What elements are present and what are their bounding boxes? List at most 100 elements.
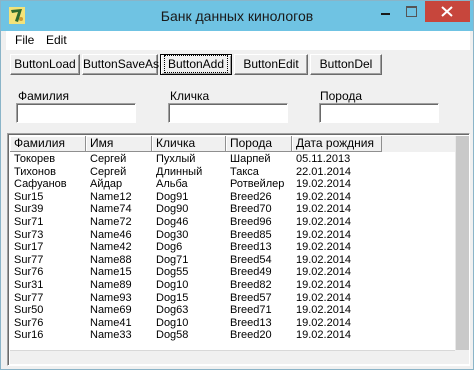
cell-name: Name15 — [90, 266, 132, 279]
cell-nickname: Пухлый — [156, 153, 196, 165]
cell-nickname: Dog30 — [156, 228, 189, 241]
cell-nickname: Длинный — [156, 165, 203, 178]
edit-button[interactable]: ButtonEdit — [234, 54, 308, 75]
cell-birth-date: 19.02.2014 — [296, 203, 352, 216]
cell-surname: Sur71 — [14, 215, 44, 228]
table-row[interactable]: Sur50 Name69 Dog63 Breed71 19.02.2014 — [10, 304, 456, 317]
dog-handlers-table[interactable]: Фамилия Имя Кличка Порода Дата рождния Т… — [7, 133, 470, 366]
table-row[interactable]: Sur73 Name46 Dog30 Breed85 19.02.2014 — [10, 229, 456, 242]
surname-filter-input[interactable] — [16, 103, 136, 123]
horizontal-scrollbar[interactable] — [10, 350, 455, 364]
maximize-icon[interactable] — [398, 1, 425, 22]
vertical-scrollbar[interactable] — [455, 136, 469, 350]
cell-name: Сергей — [90, 153, 127, 165]
table-header: Фамилия Имя Кличка Порода Дата рождния — [10, 136, 456, 152]
cell-surname: Тихонов — [14, 165, 56, 178]
cell-surname: Sur15 — [14, 190, 44, 203]
cell-surname: Sur31 — [14, 278, 44, 291]
cell-name: Name41 — [90, 316, 132, 329]
cell-birth-date: 05.11.2013 — [296, 153, 351, 165]
cell-name: Сергей — [90, 165, 127, 178]
menu-file[interactable]: File — [15, 33, 34, 47]
close-icon[interactable] — [425, 1, 470, 22]
title-bar[interactable]: Банк данных кинологов — [1, 1, 473, 31]
column-header-surname[interactable]: Фамилия — [10, 136, 86, 152]
delete-button[interactable]: ButtonDel — [310, 54, 382, 75]
add-button-label: ButtonAdd — [163, 55, 229, 73]
cell-breed: Такса — [230, 165, 259, 178]
cell-name: Name88 — [90, 253, 132, 266]
edit-button-label: ButtonEdit — [243, 57, 299, 71]
cell-name: Name69 — [90, 304, 132, 317]
column-header-name[interactable]: Имя — [86, 136, 152, 152]
cell-surname: Sur76 — [14, 316, 44, 329]
cell-birth-date: 19.02.2014 — [296, 241, 352, 254]
cell-nickname: Dog46 — [156, 215, 189, 228]
table-row[interactable]: Sur16 Name33 Dog58 Breed20 19.02.2014 — [10, 329, 456, 342]
table-row[interactable]: Sur31 Name89 Dog10 Breed82 19.02.2014 — [10, 279, 456, 292]
table-row[interactable]: Sur77 Name88 Dog71 Breed54 19.02.2014 — [10, 254, 456, 267]
cell-name: Name12 — [90, 190, 132, 203]
cell-birth-date: 19.02.2014 — [296, 316, 352, 329]
cell-breed: Breed13 — [230, 241, 272, 254]
cell-name: Name42 — [90, 241, 132, 254]
cell-birth-date: 19.02.2014 — [296, 215, 352, 228]
cell-nickname: Dog58 — [156, 329, 189, 342]
cell-breed: Breed85 — [230, 228, 272, 241]
column-header-breed[interactable]: Порода — [226, 136, 292, 152]
table-row[interactable]: Sur15 Name12 Dog91 Breed26 19.02.2014 — [10, 191, 456, 204]
table-row[interactable]: Sur76 Name41 Dog10 Breed13 19.02.2014 — [10, 317, 456, 330]
cell-surname: Sur77 — [14, 253, 44, 266]
cell-breed: Шарпей — [230, 153, 271, 165]
minimize-icon[interactable] — [372, 1, 398, 22]
column-header-nickname[interactable]: Кличка — [152, 136, 226, 152]
load-button[interactable]: ButtonLoad — [10, 54, 80, 75]
nickname-filter-input[interactable] — [168, 103, 288, 123]
cell-surname: Sur73 — [14, 228, 44, 241]
add-button[interactable]: ButtonAdd — [160, 54, 232, 75]
cell-surname: Sur50 — [14, 304, 44, 317]
delete-button-label: ButtonDel — [319, 57, 373, 71]
cell-birth-date: 19.02.2014 — [296, 266, 352, 279]
cell-surname: Sur77 — [14, 291, 44, 304]
save-as-button[interactable]: ButtonSaveAs — [82, 54, 160, 75]
column-header-birth-date[interactable]: Дата рождния — [292, 136, 382, 152]
save-as-button-label: ButtonSaveAs — [83, 57, 160, 71]
cell-nickname: Dog10 — [156, 278, 189, 291]
cell-breed: Breed49 — [230, 266, 272, 279]
cell-name: Name46 — [90, 228, 132, 241]
table-row[interactable]: Токорев Сергей Пухлый Шарпей 05.11.2013 — [10, 153, 456, 166]
surname-filter-label: Фамилия — [18, 89, 69, 103]
cell-birth-date: 19.02.2014 — [296, 178, 352, 191]
menu-bar: File Edit — [6, 31, 470, 50]
cell-breed: Breed26 — [230, 190, 272, 203]
cell-nickname: Dog91 — [156, 190, 189, 203]
cell-name: Name74 — [90, 203, 132, 216]
cell-surname: Sur76 — [14, 266, 44, 279]
cell-breed: Breed70 — [230, 203, 272, 216]
cell-breed: Breed71 — [230, 304, 272, 317]
cell-name: Айдар — [90, 178, 123, 191]
menu-edit[interactable]: Edit — [46, 33, 67, 47]
vertical-scroll-thumb[interactable] — [456, 136, 469, 350]
cell-surname: Sur39 — [14, 203, 44, 216]
cell-nickname: Dog15 — [156, 291, 189, 304]
table-row[interactable]: Sur17 Name42 Dog6 Breed13 19.02.2014 — [10, 241, 456, 254]
cell-surname: Sur17 — [14, 241, 44, 254]
cell-birth-date: 22.01.2014 — [296, 165, 352, 178]
table-row[interactable]: Тихонов Сергей Длинный Такса 22.01.2014 — [10, 166, 456, 179]
cell-birth-date: 19.02.2014 — [296, 278, 352, 291]
table-row[interactable]: Sur71 Name72 Dog46 Breed96 19.02.2014 — [10, 216, 456, 229]
nickname-filter-label: Кличка — [170, 89, 210, 103]
app-window: Банк данных кинологов File Edit ButtonLo… — [0, 0, 474, 370]
breed-filter-label: Порода — [320, 89, 363, 103]
table-row[interactable]: Sur76 Name15 Dog55 Breed49 19.02.2014 — [10, 266, 456, 279]
cell-birth-date: 19.02.2014 — [296, 190, 352, 203]
breed-filter-input[interactable] — [319, 103, 439, 123]
table-row[interactable]: Сафуанов Айдар Альба Ротвейлер 19.02.2014 — [10, 178, 456, 191]
table-row[interactable]: Sur77 Name93 Dog15 Breed57 19.02.2014 — [10, 292, 456, 305]
cell-name: Name33 — [90, 329, 132, 342]
table-row[interactable]: Sur39 Name74 Dog90 Breed70 19.02.2014 — [10, 203, 456, 216]
cell-breed: Breed54 — [230, 253, 272, 266]
scroll-corner — [455, 350, 469, 364]
